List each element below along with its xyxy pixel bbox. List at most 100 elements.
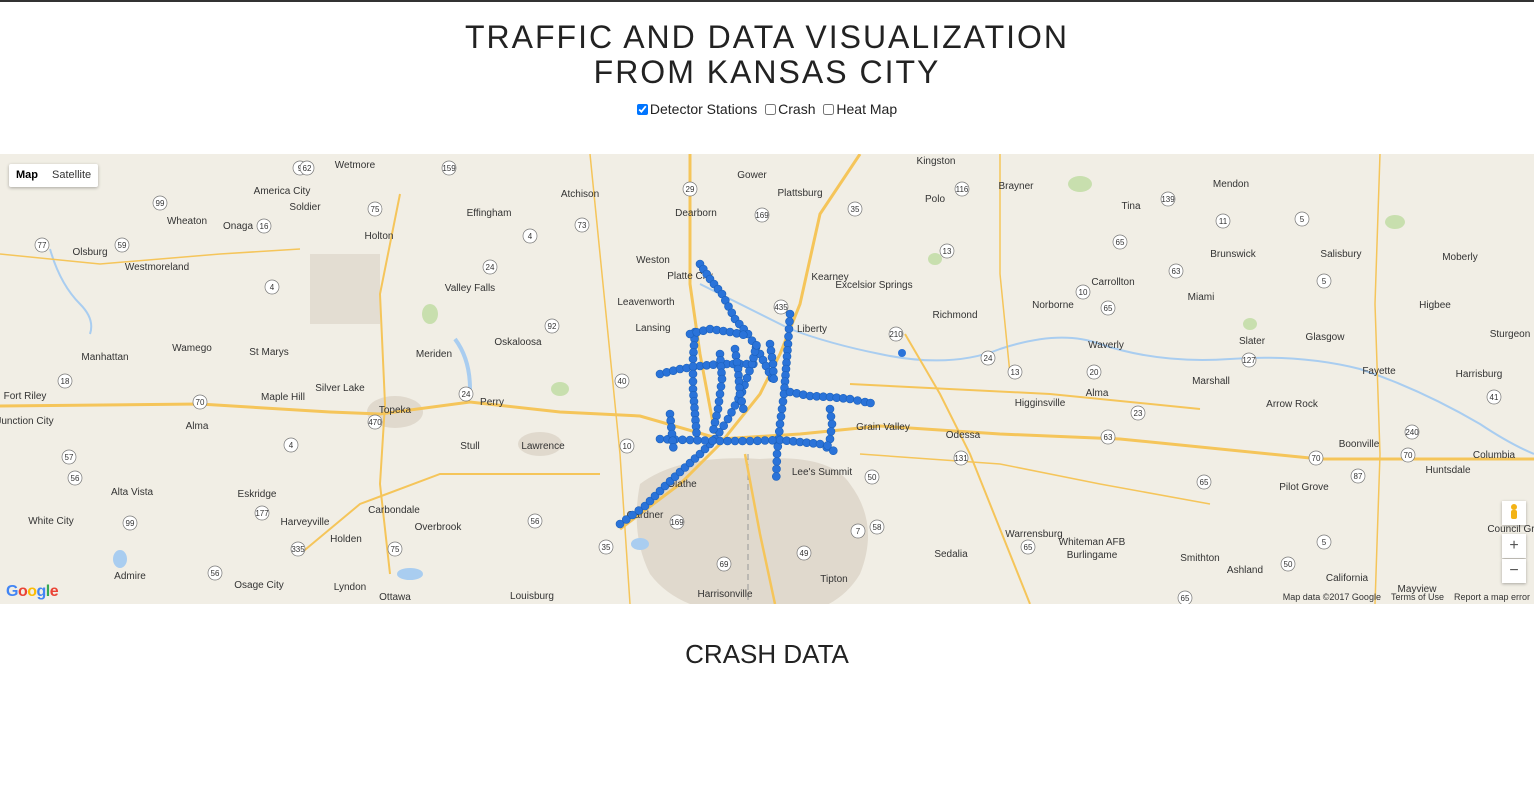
detector-station-marker[interactable] — [845, 394, 855, 404]
detector-station-marker[interactable] — [826, 427, 836, 436]
svg-text:63: 63 — [1172, 267, 1181, 276]
route-shield: 99 — [122, 515, 138, 531]
zoom-in-button[interactable]: + — [1502, 534, 1526, 558]
detector-station-marker[interactable] — [784, 324, 794, 334]
place-label: Osage City — [234, 580, 283, 591]
detector-station-marker[interactable] — [655, 434, 665, 444]
detector-station-marker[interactable] — [768, 435, 777, 445]
place-label: Wheaton — [167, 216, 207, 227]
detector-station-marker[interactable] — [826, 412, 836, 421]
detector-station-marker[interactable] — [685, 435, 695, 445]
detector-station-marker[interactable] — [853, 396, 862, 405]
place-label: Ashland — [1227, 565, 1263, 576]
svg-text:56: 56 — [71, 474, 80, 483]
toggle-detector-stations[interactable]: Detector Stations — [636, 101, 757, 117]
place-label: Moberly — [1442, 252, 1478, 263]
detector-station-marker[interactable] — [753, 436, 762, 446]
svg-text:65: 65 — [1024, 543, 1033, 552]
detector-station-marker[interactable] — [772, 449, 782, 459]
detector-station-marker[interactable] — [708, 436, 717, 446]
detector-station-marker[interactable] — [692, 428, 701, 438]
terms-of-use-link[interactable]: Terms of Use — [1391, 592, 1444, 602]
detector-station-marker[interactable] — [772, 457, 782, 466]
detector-station-marker[interactable] — [688, 369, 698, 379]
detector-station-marker[interactable] — [668, 442, 678, 452]
report-map-error-link[interactable]: Report a map error — [1454, 592, 1530, 602]
zoom-out-button[interactable]: − — [1502, 559, 1526, 583]
place-label: Valley Falls — [445, 283, 495, 294]
detector-station-marker[interactable] — [715, 389, 725, 399]
detector-station-marker[interactable] — [768, 359, 778, 369]
person-icon — [1511, 504, 1517, 519]
detector-station-marker[interactable] — [827, 419, 837, 429]
route-shield: 63 — [1100, 429, 1116, 445]
heat-map-checkbox[interactable] — [823, 104, 835, 115]
route-shield: 159 — [441, 160, 457, 176]
detector-station-marker[interactable] — [735, 389, 745, 399]
detector-station-marker[interactable] — [737, 397, 747, 406]
detector-station-marker[interactable] — [678, 435, 687, 445]
detector-station-marker[interactable] — [784, 332, 793, 341]
google-logo[interactable]: Google — [6, 583, 59, 601]
detector-station-marker[interactable] — [866, 398, 875, 408]
place-label: Weston — [636, 255, 670, 266]
detector-station-marker[interactable] — [738, 330, 748, 339]
map-type-satellite-button[interactable]: Satellite — [45, 164, 98, 187]
detector-station-marker[interactable] — [738, 436, 747, 446]
svg-text:49: 49 — [800, 549, 809, 558]
detector-station-marker[interactable] — [709, 424, 718, 434]
title-line-1: TRAFFIC AND DATA VISUALIZATION — [464, 19, 1070, 55]
detector-station-marker[interactable] — [745, 436, 755, 446]
detector-station-marker[interactable] — [772, 464, 781, 474]
map-type-map-button[interactable]: Map — [9, 164, 45, 187]
detector-station-marker[interactable] — [714, 397, 724, 406]
detector-station-marker[interactable] — [738, 404, 748, 413]
detector-station-marker[interactable] — [716, 382, 726, 391]
detector-station-marker[interactable] — [688, 354, 698, 364]
detector-station-marker[interactable] — [760, 436, 770, 445]
toggle-heat-map[interactable]: Heat Map — [823, 101, 897, 117]
detector-station-marker[interactable] — [688, 362, 698, 371]
detector-station-marker[interactable] — [730, 436, 740, 446]
detector-station-marker[interactable] — [778, 397, 788, 406]
detector-station-marker[interactable] — [785, 309, 795, 319]
detector-station-marker[interactable] — [898, 349, 906, 357]
route-shield: 70 — [1400, 447, 1416, 463]
detector-station-marker[interactable] — [776, 412, 786, 421]
route-shield: 13 — [1007, 364, 1023, 380]
detector-station-marker[interactable] — [717, 374, 727, 384]
detector-station-marker[interactable] — [700, 436, 710, 445]
detector-station-marker[interactable] — [723, 436, 732, 446]
detector-station-marker[interactable] — [688, 377, 698, 386]
detector-station-marker[interactable] — [775, 419, 785, 429]
place-label: Norborne — [1032, 300, 1074, 311]
detector-station-marker[interactable] — [823, 441, 832, 450]
detector-station-marker[interactable] — [752, 341, 761, 350]
svg-text:335: 335 — [291, 545, 305, 554]
route-shield: 87 — [1350, 468, 1366, 484]
toggle-crash[interactable]: Crash — [765, 101, 816, 117]
detector-station-marker[interactable] — [774, 427, 784, 436]
detector-station-marker[interactable] — [768, 367, 778, 376]
place-label: Meriden — [416, 349, 452, 360]
svg-text:177: 177 — [255, 509, 269, 518]
place-label: Harrisonville — [697, 589, 752, 600]
detector-station-marker[interactable] — [785, 317, 794, 326]
map-canvas[interactable]: Wetmore Kingston Gower Atchison Plattsbu… — [0, 154, 1534, 604]
crash-checkbox[interactable] — [765, 104, 777, 115]
detector-station-marker[interactable] — [693, 435, 702, 445]
place-label: Odessa — [946, 430, 981, 441]
detector-station-marker[interactable] — [777, 404, 787, 414]
place-label: Louisburg — [510, 591, 554, 602]
detector-station-marker[interactable] — [769, 374, 779, 383]
pegman-icon[interactable] — [1502, 501, 1526, 525]
detector-station-marker[interactable] — [825, 404, 835, 414]
route-shield: 56 — [207, 565, 223, 581]
detector-stations-checkbox[interactable] — [636, 104, 648, 115]
place-label: St Marys — [249, 347, 288, 358]
route-shield: 116 — [954, 181, 970, 197]
map-container[interactable]: Wetmore Kingston Gower Atchison Plattsbu… — [0, 154, 1534, 604]
detector-station-marker[interactable] — [715, 436, 725, 446]
parks — [422, 176, 1405, 396]
detector-station-marker[interactable] — [771, 472, 781, 481]
